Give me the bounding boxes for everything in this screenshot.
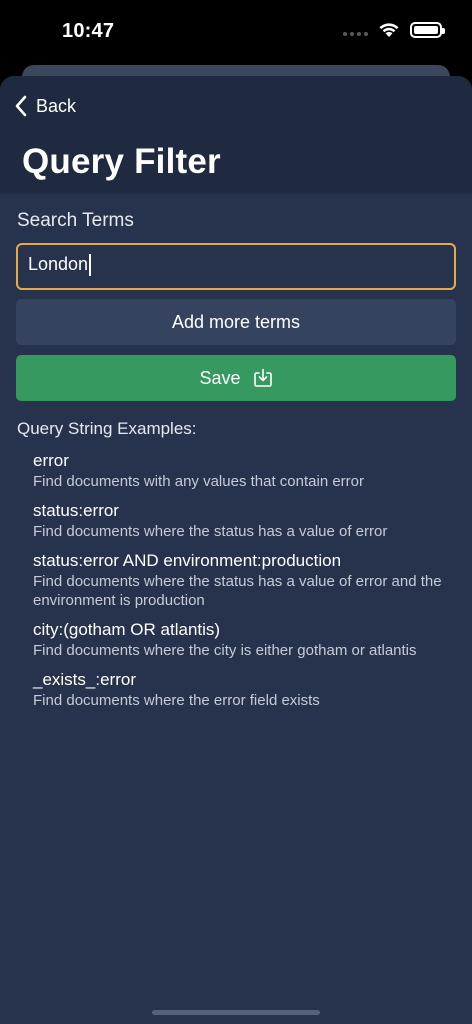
status-time: 10:47 [62, 20, 115, 42]
home-indicator[interactable] [152, 1010, 320, 1015]
example-description: Find documents where the error field exi… [33, 692, 320, 709]
examples-heading: Query String Examples: [17, 419, 197, 438]
list-item: error Find documents with any values tha… [33, 450, 456, 491]
example-description: Find documents where the status has a va… [33, 523, 388, 540]
download-tray-icon [253, 368, 272, 387]
example-description: Find documents with any values that cont… [33, 473, 365, 490]
example-list: error Find documents with any values tha… [16, 450, 456, 710]
example-description: Find documents where the city is either … [33, 642, 417, 659]
list-item: status:error Find documents where the st… [33, 500, 456, 541]
example-query: city:(gotham OR atlantis) [33, 620, 221, 639]
content: Search Terms London Add more terms Save … [0, 194, 472, 710]
example-query: _exists_:error [33, 670, 136, 689]
back-label: Back [36, 95, 77, 116]
example-query: status:error [33, 501, 119, 520]
save-button[interactable]: Save [16, 355, 456, 401]
status-icons [343, 22, 445, 38]
query-filter-sheet: Back Query Filter Search Terms London Ad… [0, 76, 472, 1024]
chevron-left-icon [15, 95, 27, 117]
add-more-terms-button[interactable]: Add more terms [16, 299, 456, 345]
back-button[interactable]: Back [14, 95, 76, 117]
page-title: Query Filter [22, 142, 221, 181]
add-more-terms-label: Add more terms [171, 311, 301, 332]
search-terms-label: Search Terms [17, 210, 134, 231]
nav-header: Back Query Filter [0, 76, 472, 194]
list-item: city:(gotham OR atlantis) Find documents… [33, 619, 456, 660]
battery-icon [410, 22, 445, 38]
search-input-wrap: London [16, 243, 456, 290]
list-item: status:error AND environment:production … [33, 550, 456, 610]
example-query: error [33, 451, 69, 470]
search-input[interactable] [16, 243, 456, 290]
list-item: _exists_:error Find documents where the … [33, 669, 456, 710]
status-bar: 10:47 [0, 0, 472, 64]
example-description: Find documents where the status has a va… [33, 573, 442, 609]
cellular-signal-icon [343, 24, 368, 36]
save-label: Save [199, 367, 241, 388]
wifi-icon [379, 23, 399, 37]
example-query: status:error AND environment:production [33, 551, 342, 570]
